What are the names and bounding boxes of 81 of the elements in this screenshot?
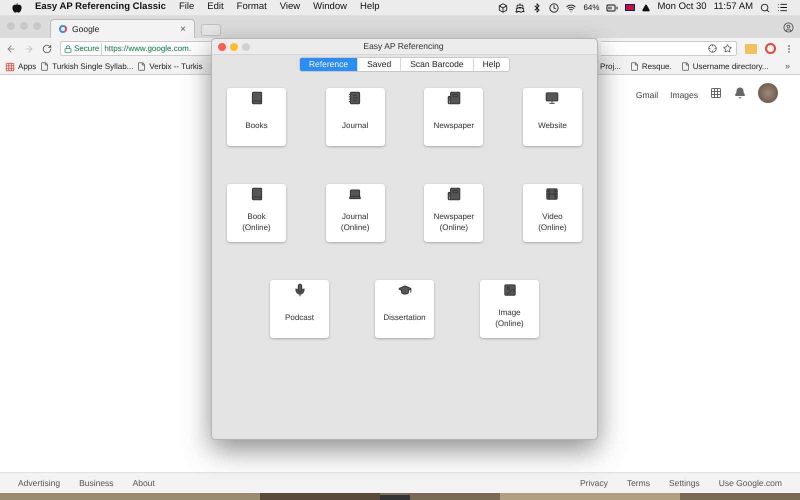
microphone-icon [292, 283, 306, 297]
clock-time[interactable]: 11:57 AM [714, 0, 753, 15]
back-icon[interactable] [6, 44, 16, 54]
page-icon [680, 62, 690, 71]
picture-frame-icon [502, 283, 516, 297]
notepad-icon [348, 91, 362, 105]
footer-link[interactable]: Terms [626, 476, 650, 490]
reference-type-card[interactable]: Podcast [270, 280, 329, 338]
reference-type-card[interactable]: Dissertation [375, 280, 434, 338]
url-text: https://www.google.com. [104, 42, 192, 54]
footer-link[interactable]: Advertising [18, 476, 60, 490]
book-icon [250, 91, 264, 105]
window-title: Easy AP Referencing [362, 40, 445, 53]
bookmark-link[interactable]: Verbix -- Turkis [149, 60, 203, 72]
header-link[interactable]: Images [670, 89, 698, 102]
reference-type-card[interactable]: Journal [326, 88, 385, 146]
avatar[interactable] [758, 83, 778, 103]
bookmark-link[interactable]: Resque. [642, 60, 672, 72]
book-icon [250, 187, 264, 201]
menu-item[interactable]: View [280, 0, 300, 15]
reference-type-card[interactable]: Journal (Online) [326, 184, 385, 242]
page-icon [40, 62, 50, 71]
footer-link[interactable]: Settings [668, 476, 700, 490]
menu-item[interactable]: Window [313, 0, 347, 15]
bluetooth-icon[interactable] [532, 2, 542, 12]
reference-type-card[interactable]: Newspaper (Online) [424, 184, 484, 242]
page-icon [137, 62, 146, 71]
newspaper-icon [446, 91, 461, 105]
browser-tab[interactable]: Google × [50, 19, 195, 38]
g-logo-icon [59, 25, 67, 33]
film-icon [545, 187, 560, 201]
clock-icon[interactable] [549, 2, 560, 12]
bookmark-star-icon[interactable] [723, 44, 732, 53]
reload-icon[interactable] [42, 44, 52, 54]
bookmarks-overflow-button[interactable]: » [784, 60, 790, 74]
reference-type-card[interactable]: Video (Online) [522, 184, 582, 242]
footer-link[interactable]: Use Google.com [718, 476, 782, 490]
reference-type-card[interactable]: Newspaper [424, 88, 484, 146]
app-menu[interactable]: Easy AP Referencing Classic [35, 0, 166, 15]
menu-item[interactable]: Format [236, 0, 267, 15]
profile-icon[interactable] [783, 22, 794, 33]
wifi-icon[interactable] [566, 2, 576, 12]
page-icon [630, 62, 639, 71]
apps-grid-icon[interactable] [710, 87, 722, 99]
graduation-cap-icon [398, 283, 412, 297]
search-icon[interactable] [760, 2, 770, 12]
extension-icon[interactable] [765, 43, 776, 54]
reference-type-card[interactable]: Image (Online) [480, 280, 539, 338]
clock-date[interactable]: Mon Oct 30 [657, 0, 707, 15]
list-icon[interactable] [777, 2, 788, 13]
footer-link[interactable]: About [132, 476, 155, 490]
footer-link[interactable]: Business [79, 476, 114, 490]
bookmark-link[interactable]: Turkish Single Syllab... [52, 60, 134, 72]
menu-item[interactable]: Help [360, 0, 380, 15]
bookmark-link[interactable]: Proj... [600, 60, 621, 72]
address-bar[interactable]: Secure https://www.google.com. [60, 41, 212, 56]
notification-icon[interactable] [734, 87, 746, 99]
menu-item[interactable]: Edit [207, 0, 224, 15]
menu-item[interactable]: File [178, 0, 194, 15]
lock-icon [64, 44, 72, 52]
newspaper-icon [446, 187, 461, 201]
reference-type-card[interactable]: Book (Online) [227, 184, 286, 242]
apps-grid-icon [5, 62, 15, 72]
eject-icon[interactable] [642, 4, 650, 12]
secure-label: Secure [74, 42, 102, 54]
reference-type-card[interactable]: Website [522, 88, 582, 146]
close-tab-button[interactable]: × [180, 22, 186, 36]
close-button[interactable] [218, 42, 226, 50]
battery-icon[interactable] [606, 2, 618, 14]
monitor-icon [545, 91, 560, 105]
footer-link[interactable]: Privacy [580, 476, 608, 490]
flag-icon[interactable] [625, 4, 636, 11]
target-icon[interactable] [708, 44, 717, 53]
header-link[interactable]: Gmail [636, 89, 658, 102]
bookmark-link[interactable]: Username directory... [692, 60, 769, 72]
bookmark-link[interactable]: Apps [18, 60, 36, 72]
battery-percent: 64% [583, 2, 600, 14]
box-icon[interactable] [498, 2, 508, 12]
reference-type-card[interactable]: Books [227, 88, 286, 146]
laptop-icon [348, 187, 362, 201]
apple-icon[interactable] [12, 2, 22, 12]
